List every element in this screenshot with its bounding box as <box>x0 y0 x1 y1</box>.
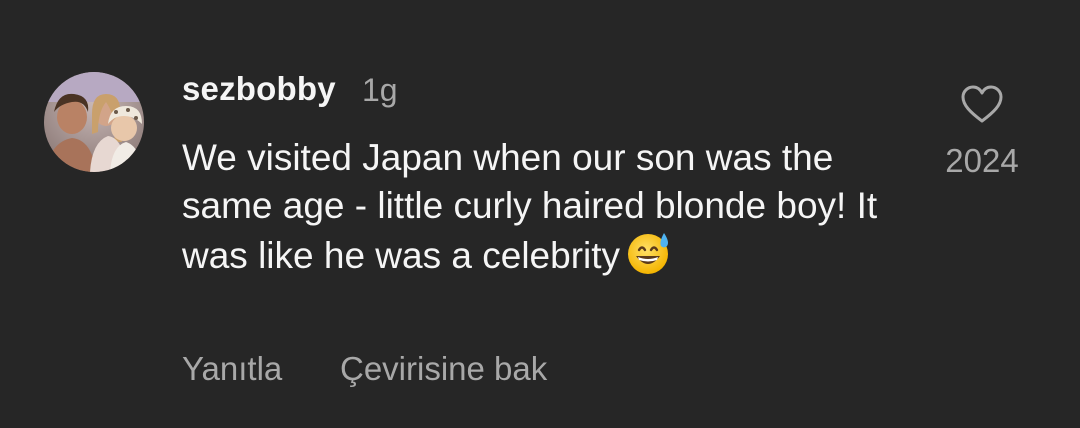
comment-text: We visited Japan when our son was the sa… <box>182 137 878 276</box>
comment-body: We visited Japan when our son was the sa… <box>182 134 882 280</box>
grinning-face-with-sweat-emoji <box>628 233 669 274</box>
like-count: 2024 <box>945 142 1019 179</box>
comment-item: sezbobby 1g We visited Japan when our so… <box>0 0 1080 428</box>
heart-outline-icon[interactable] <box>960 84 1004 124</box>
comment-username[interactable]: sezbobby <box>182 70 336 108</box>
avatar-photo <box>44 72 144 172</box>
reply-button[interactable]: Yanıtla <box>182 350 282 388</box>
see-translation-button[interactable]: Çevirisine bak <box>340 350 547 388</box>
avatar[interactable] <box>44 72 144 172</box>
like-area: 2024 <box>938 84 1026 180</box>
comment-timestamp: 1g <box>362 72 398 108</box>
